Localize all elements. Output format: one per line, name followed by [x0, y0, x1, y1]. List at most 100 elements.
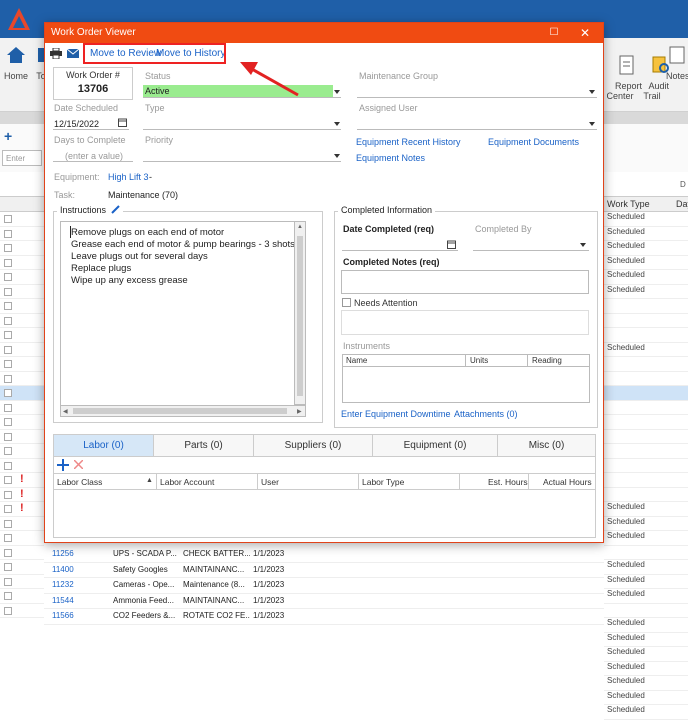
background-add-icon[interactable]: + [4, 128, 12, 144]
needs-attention-notes-input[interactable] [341, 310, 589, 335]
background-table-row[interactable]: 11544 Ammonia Feed... MAINTAINANC... 1/1/20… [44, 594, 604, 609]
scroll-right-icon[interactable]: ▶ [297, 408, 302, 415]
type-dropdown-arrow-icon[interactable] [334, 122, 340, 126]
equipment-documents-link[interactable]: Equipment Documents [488, 137, 579, 147]
background-row-checkbox[interactable] [4, 258, 12, 267]
background-table-row[interactable]: 11256 UPS - SCADA P... CHECK BATTER... 1/1/… [44, 547, 604, 563]
instructions-textarea[interactable]: Remove plugs on each end of motor Grease… [60, 221, 306, 417]
background-row-checkbox[interactable] [4, 606, 12, 615]
date-completed-calendar-icon[interactable] [447, 240, 456, 249]
vertical-scroll-thumb[interactable] [297, 236, 303, 396]
ribbon-notes-button[interactable]: Notes [666, 44, 688, 81]
background-row-checkbox[interactable] [4, 273, 12, 281]
scroll-up-icon[interactable]: ▲ [297, 224, 303, 230]
labor-col-class[interactable]: Labor Class [57, 477, 102, 487]
tab-suppliers[interactable]: Suppliers (0) [254, 435, 373, 456]
background-table-row[interactable]: 11232 Cameras - Ope... Maintenance (8... 1/… [44, 578, 604, 594]
background-row-checkbox[interactable] [4, 432, 12, 441]
date-completed-input[interactable] [342, 237, 458, 251]
background-row-checkbox[interactable] [4, 374, 12, 383]
enter-equipment-downtime-link[interactable]: Enter Equipment Downtime [341, 409, 451, 419]
background-row-checkbox[interactable] [4, 563, 12, 571]
attachments-link[interactable]: Attachments (0) [454, 409, 518, 419]
tab-labor[interactable]: Labor (0) [54, 435, 154, 456]
assigned-user-dropdown-arrow-icon[interactable] [589, 122, 595, 126]
background-col-day[interactable]: Day [676, 199, 688, 209]
background-row-checkbox[interactable] [4, 418, 12, 426]
background-row-checkbox[interactable] [4, 505, 12, 513]
background-row-checkbox[interactable] [4, 360, 12, 368]
background-row-checkbox[interactable] [4, 592, 12, 600]
type-select[interactable] [143, 116, 341, 130]
background-row-checkbox[interactable] [4, 519, 12, 528]
background-row-checkbox[interactable] [4, 461, 12, 470]
calendar-icon[interactable] [118, 118, 127, 127]
instruments-col-name[interactable]: Name [346, 356, 367, 365]
tab-parts[interactable]: Parts (0) [154, 435, 254, 456]
maintenance-group-dropdown-arrow-icon[interactable] [589, 90, 595, 94]
close-icon[interactable]: ✕ [572, 23, 598, 43]
tab-equipment[interactable]: Equipment (0) [373, 435, 498, 456]
ribbon-home-button[interactable]: Home [3, 44, 29, 81]
completed-by-dropdown-arrow-icon[interactable] [580, 243, 586, 247]
assigned-user-select[interactable] [357, 116, 597, 130]
instruments-col-reading[interactable]: Reading [532, 356, 562, 365]
add-icon[interactable] [57, 459, 69, 471]
completed-by-select[interactable] [473, 237, 589, 251]
maintenance-group-select[interactable] [357, 84, 597, 98]
background-row-checkbox[interactable] [4, 476, 12, 484]
delete-icon[interactable] [74, 460, 83, 469]
background-row-checkbox[interactable] [4, 345, 12, 354]
tab-misc[interactable]: Misc (0) [498, 435, 595, 456]
background-row-checkbox[interactable] [4, 548, 12, 557]
labor-col-type[interactable]: Labor Type [362, 477, 404, 487]
horizontal-scroll-thumb[interactable] [73, 408, 287, 414]
background-row-checkbox[interactable] [4, 331, 12, 339]
column-divider [528, 474, 529, 490]
background-row-checkbox[interactable] [4, 316, 12, 325]
labor-col-user[interactable]: User [261, 477, 279, 487]
background-row-checkbox[interactable] [4, 229, 12, 238]
background-filter-input[interactable]: Enter [2, 150, 42, 166]
background-row-checkbox[interactable] [4, 447, 12, 455]
completed-information-legend: Completed Information [338, 205, 436, 215]
background-row-checkbox[interactable] [4, 389, 12, 397]
status-dropdown-arrow-icon[interactable] [334, 90, 340, 94]
scroll-left-icon[interactable]: ◀ [63, 408, 68, 415]
needs-attention-checkbox[interactable] [342, 298, 351, 307]
pencil-icon[interactable] [110, 205, 120, 214]
labor-col-est-hours[interactable]: Est. Hours [488, 477, 528, 487]
dialog-title-bar[interactable]: Work Order Viewer ☐ ✕ [45, 23, 603, 43]
background-row-checkbox[interactable] [4, 215, 12, 223]
background-row-checkbox[interactable] [4, 302, 12, 310]
background-col-work-type[interactable]: Work Type [607, 199, 650, 209]
background-row-checkbox[interactable] [4, 244, 12, 252]
equipment-notes-link[interactable]: Equipment Notes [356, 153, 425, 163]
equipment-recent-history-link[interactable]: Equipment Recent History [356, 137, 461, 147]
background-row-checkbox[interactable] [4, 287, 12, 296]
background-table-row[interactable]: 11400 Safety Googles MAINTAINANC... 1/1/202… [44, 563, 604, 578]
background-work-type-cell [604, 299, 688, 314]
background-row-checkbox[interactable] [4, 534, 12, 542]
background-row-checkbox[interactable] [4, 577, 12, 586]
sort-ascending-icon[interactable]: ▲ [146, 477, 153, 484]
ribbon-audit-trail-button[interactable]: Audit Trail [639, 44, 669, 111]
instruments-col-units[interactable]: Units [470, 356, 488, 365]
instructions-vertical-scrollbar[interactable]: ▲ [294, 221, 306, 405]
background-row-checkbox[interactable] [4, 403, 12, 412]
labor-col-actual-hours[interactable]: Actual Hours [543, 477, 592, 487]
completed-notes-input[interactable] [341, 270, 589, 294]
instructions-horizontal-scrollbar[interactable]: ◀ ▶ [60, 405, 306, 417]
background-work-type-cell: Scheduled [604, 517, 688, 531]
equipment-link[interactable]: High Lift 3 [108, 172, 149, 182]
labor-col-account[interactable]: Labor Account [160, 477, 214, 487]
email-icon[interactable] [67, 48, 79, 59]
maximize-icon[interactable]: ☐ [541, 23, 567, 43]
labor-grid-header: Labor Class ▲ Labor Account User Labor T… [54, 474, 595, 490]
print-icon[interactable] [50, 48, 62, 59]
priority-select[interactable] [143, 148, 341, 162]
ribbon-report-center-button[interactable]: Report Center [605, 44, 642, 111]
priority-dropdown-arrow-icon[interactable] [334, 154, 340, 158]
background-table-row[interactable]: 11566 CO2 Feeders &... ROTATE CO2 FE... 1/1… [44, 609, 604, 625]
background-row-checkbox[interactable] [4, 490, 12, 499]
